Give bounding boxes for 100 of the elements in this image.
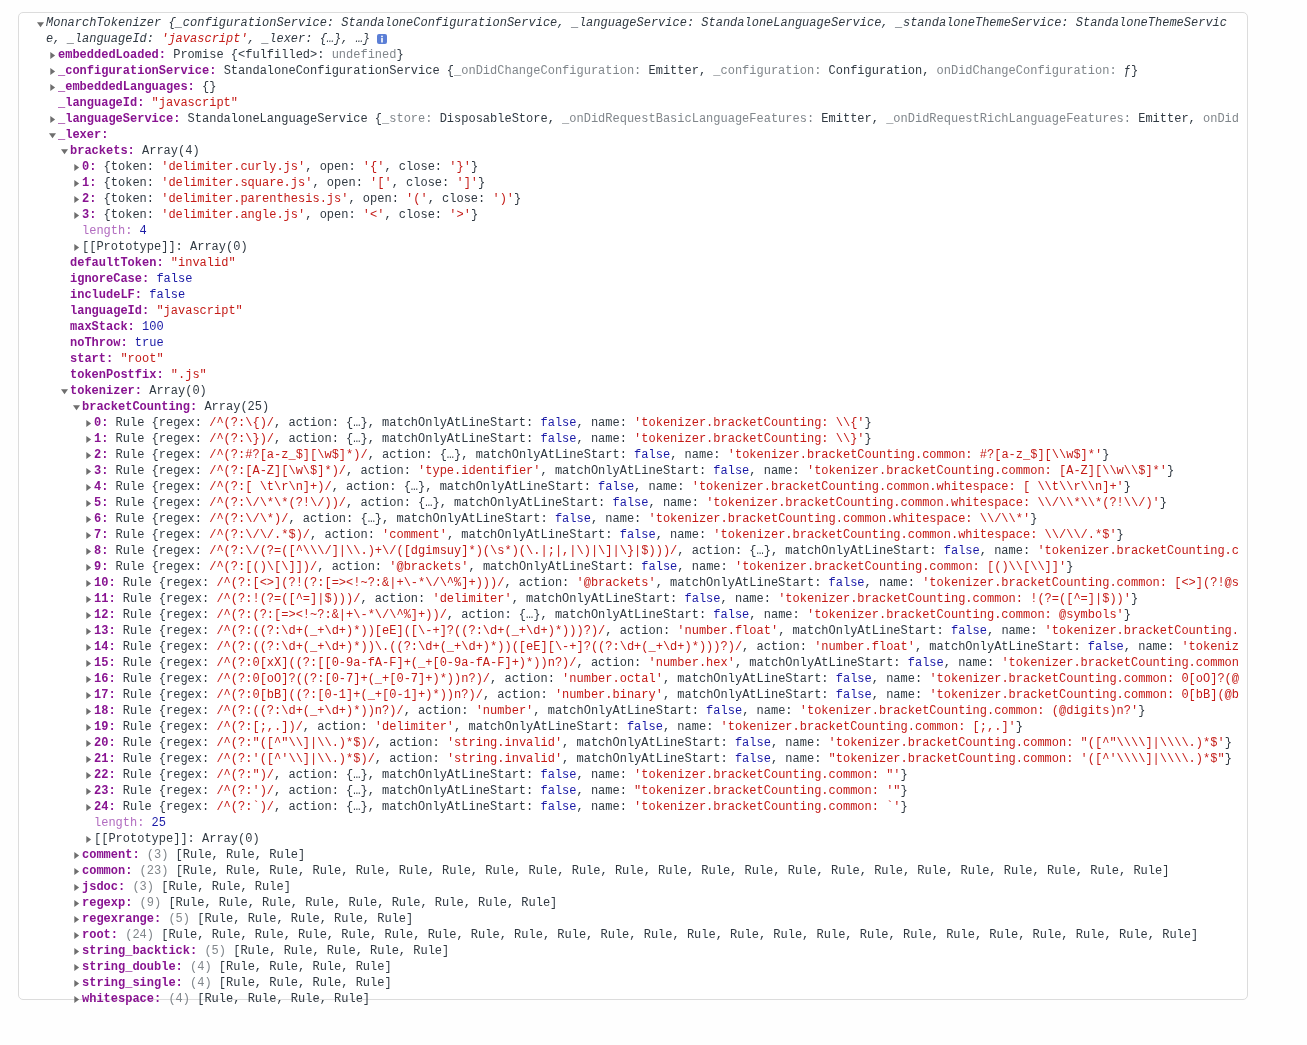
expand-arrow-icon[interactable]	[73, 163, 80, 171]
expand-arrow-icon[interactable]	[85, 611, 92, 619]
collapse-arrow-icon[interactable]	[61, 387, 68, 395]
property-value: Rule {regex: /^(?:0[bB]((?:[0-1]+(_+[0-1]+)*))n?)/, action: 'number.binary', matchOnlyAtLineStart: false, name: 'tokenizer.bracketCounting.common: 0[bB](@b	[122, 687, 1240, 703]
expand-arrow-icon[interactable]	[85, 419, 92, 427]
property-value: (5) [Rule, Rule, Rule, Rule, Rule]	[204, 943, 450, 959]
property-key: string_backtick:	[82, 943, 198, 959]
expand-arrow-icon[interactable]	[73, 899, 80, 907]
expand-arrow-icon[interactable]	[73, 179, 80, 187]
expand-arrow-icon[interactable]	[85, 643, 92, 651]
property-value: Rule {regex: /^(?:((?:\d+(_+\d+)*))[eE]([\-+]?((?:\d+(_+\d+)*)))?)/, action: 'number.float', matchOnlyAtLineStart: false, name: 'tokenizer.bracketCounting.	[122, 623, 1240, 639]
property-value: {token: 'delimiter.parenthesis.js', open: '(', close: ')'}	[103, 191, 522, 207]
property-value: Rule {regex: /^(?:[;,.])/, action: 'delimiter', matchOnlyAtLineStart: false, name: 'tokenizer.bracketCounting.common: [;,.]'}	[122, 719, 1023, 735]
collapse-arrow-icon[interactable]	[37, 21, 44, 28]
property-key: 3:	[94, 463, 109, 479]
expand-arrow-icon[interactable]	[85, 451, 92, 459]
property-value: Rule {regex: /^(?:\/(?=([^\\\/]|\\.)+\/([dgimsuy]*)(\s*)(\.|;|,|\)|\]|\}|$)))/, action: {…}, matchOnlyAtLineStart: false, name: 'tokenizer.bracketCounting.c	[115, 543, 1239, 559]
expand-arrow-icon[interactable]	[85, 579, 92, 587]
property-value: "javascript"	[151, 95, 239, 111]
property-key: _embeddedLanguages:	[58, 79, 195, 95]
expand-arrow-icon[interactable]	[73, 211, 80, 219]
expand-arrow-icon[interactable]	[73, 883, 80, 891]
expand-arrow-icon[interactable]	[73, 995, 80, 1003]
expand-arrow-icon[interactable]	[73, 963, 80, 971]
expand-arrow-icon[interactable]	[85, 595, 92, 603]
expand-arrow-icon[interactable]	[85, 515, 92, 523]
property-value: (4) [Rule, Rule, Rule, Rule]	[190, 975, 392, 991]
property-key: 0:	[94, 415, 109, 431]
property-key: regexp:	[82, 895, 133, 911]
property-key: 2:	[94, 447, 109, 463]
property-key: whitespace:	[82, 991, 162, 1007]
expand-arrow-icon[interactable]	[85, 675, 92, 683]
expand-arrow-icon[interactable]	[85, 435, 92, 443]
expand-arrow-icon[interactable]	[85, 739, 92, 747]
property-value: Rule {regex: /^(?:\/\*)/, action: {…}, matchOnlyAtLineStart: false, name: 'tokenizer.bracketCounting.common.whitespace: \\/\\*'}	[115, 511, 1038, 527]
property-key: 7:	[94, 527, 109, 543]
property-value: (23) [Rule, Rule, Rule, Rule, Rule, Rule, Rule, Rule, Rule, Rule, Rule, Rule, Rule, Rule, Rule, Rule, Rule, Rule, Rule, Rule, Rule, Rule, Rule]	[139, 863, 1170, 879]
property-value: {token: 'delimiter.angle.js', open: '<', close: '>'}	[103, 207, 479, 223]
property-key: 19:	[94, 719, 116, 735]
property-value: Rule {regex: /^(?:\{)/, action: {…}, matchOnlyAtLineStart: false, name: 'tokenizer.bracketCounting: \\{'}	[115, 415, 872, 431]
property-key: 13:	[94, 623, 116, 639]
expand-arrow-icon[interactable]	[85, 563, 92, 571]
expand-arrow-icon[interactable]	[49, 115, 56, 123]
expand-arrow-icon[interactable]	[85, 755, 92, 763]
property-key: _lexer:	[58, 127, 109, 143]
property-key: 15:	[94, 655, 116, 671]
property-key: 0:	[82, 159, 97, 175]
expand-arrow-icon[interactable]	[85, 707, 92, 715]
property-value: 100	[142, 319, 164, 335]
expand-arrow-icon[interactable]	[73, 947, 80, 955]
expand-arrow-icon[interactable]	[85, 531, 92, 539]
expand-arrow-icon[interactable]	[73, 243, 80, 251]
property-value: Rule {regex: /^(?:[ \t\r\n]+)/, action: {…}, matchOnlyAtLineStart: false, name: 'tokenizer.bracketCounting.common.whitespace: [ \\t\\r\\n]+'}	[115, 479, 1131, 495]
expand-arrow-icon[interactable]	[85, 483, 92, 491]
expand-arrow-icon[interactable]	[49, 51, 56, 59]
expand-arrow-icon[interactable]	[85, 835, 92, 843]
property-value: {token: 'delimiter.curly.js', open: '{', close: '}'}	[103, 159, 479, 175]
property-value: Array(0)	[202, 831, 260, 847]
property-key: length:	[82, 223, 133, 239]
property-value: (3) [Rule, Rule, Rule]	[146, 847, 306, 863]
expand-arrow-icon[interactable]	[73, 915, 80, 923]
expand-arrow-icon[interactable]	[85, 723, 92, 731]
info-icon[interactable]	[377, 34, 388, 44]
expand-arrow-icon[interactable]	[73, 195, 80, 203]
expand-arrow-icon[interactable]	[73, 931, 80, 939]
expand-arrow-icon[interactable]	[49, 83, 56, 91]
property-key: 17:	[94, 687, 116, 703]
expand-arrow-icon[interactable]	[85, 547, 92, 555]
property-key: _languageService:	[58, 111, 181, 127]
expand-arrow-icon[interactable]	[73, 867, 80, 875]
property-key: defaultToken:	[70, 255, 164, 271]
property-value: (4) [Rule, Rule, Rule, Rule]	[190, 959, 392, 975]
expand-arrow-icon[interactable]	[85, 467, 92, 475]
expand-arrow-icon[interactable]	[85, 803, 92, 811]
property-value: Array(25)	[204, 399, 270, 415]
expand-arrow-icon[interactable]	[85, 659, 92, 667]
property-key: 1:	[94, 431, 109, 447]
property-value: false	[149, 287, 186, 303]
property-key: includeLF:	[70, 287, 142, 303]
property-value: (4) [Rule, Rule, Rule, Rule]	[168, 991, 371, 1007]
expand-arrow-icon[interactable]	[73, 851, 80, 859]
collapse-arrow-icon[interactable]	[73, 403, 80, 411]
expand-arrow-icon[interactable]	[85, 771, 92, 779]
expand-arrow-icon[interactable]	[85, 627, 92, 635]
property-key: length:	[94, 815, 145, 831]
expand-arrow-icon[interactable]	[49, 67, 56, 75]
property-key: 5:	[94, 495, 109, 511]
property-key: _configurationService:	[58, 63, 217, 79]
expand-arrow-icon[interactable]	[73, 979, 80, 987]
property-key: [[Prototype]]:	[94, 831, 195, 847]
property-key: 2:	[82, 191, 97, 207]
collapse-arrow-icon[interactable]	[49, 131, 56, 139]
property-value: (3) [Rule, Rule, Rule]	[132, 879, 291, 895]
collapse-arrow-icon[interactable]	[61, 147, 68, 155]
property-key: 20:	[94, 735, 116, 751]
property-key: start:	[70, 351, 114, 367]
expand-arrow-icon[interactable]	[85, 499, 92, 507]
expand-arrow-icon[interactable]	[85, 787, 92, 795]
expand-arrow-icon[interactable]	[85, 691, 92, 699]
property-key: regexrange:	[82, 911, 162, 927]
